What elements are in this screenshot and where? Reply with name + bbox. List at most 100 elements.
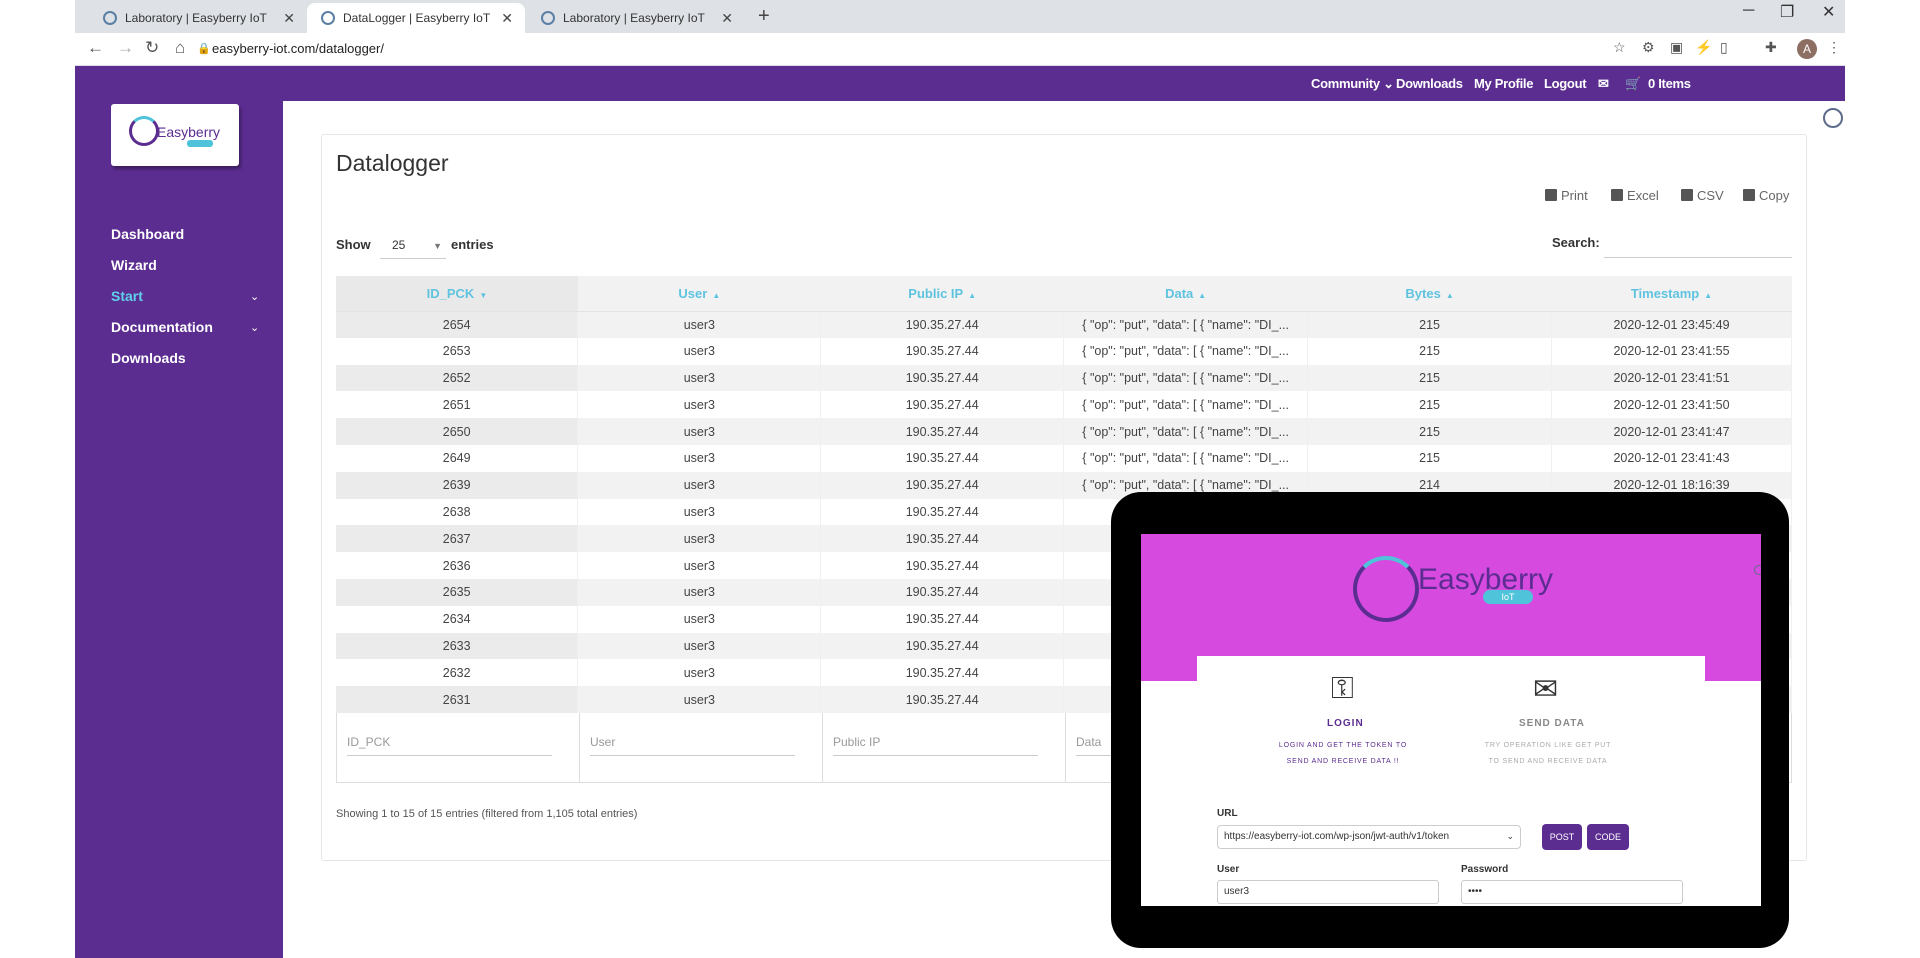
url-select[interactable]: https://easyberry-iot.com/wp-json/jwt-au… [1217,825,1521,849]
table-cell: 2650 [336,418,579,445]
sidebar-item-dashboard[interactable]: Dashboard [111,226,184,242]
entries-label: entries [451,237,494,252]
sidebar-item-wizard[interactable]: Wizard [111,257,157,273]
close-window-icon[interactable]: ✕ [1822,2,1835,22]
nav-community[interactable]: Community ⌄ [1311,76,1394,92]
nav-logout[interactable]: Logout [1544,76,1587,91]
search-input[interactable] [1604,230,1792,258]
sidebar-item-start[interactable]: Start [111,288,143,304]
column-header-data[interactable]: Data ▲ [1063,276,1308,312]
mail-icon[interactable]: ✉ [1598,76,1609,92]
filter-input-id-pck[interactable]: ID_PCK [347,726,552,756]
page-title: Datalogger [336,150,449,176]
extension-icon[interactable]: ▯ [1720,39,1728,56]
table-row[interactable]: 2654 user3 190.35.27.44{ "op": "put", "dat… [336,311,1792,338]
url-field[interactable]: easyberry-iot.com/datalogger/ [212,41,384,56]
nav-cart[interactable]: 0 Items [1648,76,1691,91]
easyberry-logo[interactable]: Easyberry [111,104,239,166]
cart-icon[interactable]: 🛒 [1625,76,1641,92]
extensions-puzzle-icon[interactable]: ✚ [1765,39,1777,56]
table-cell: user3 [577,418,822,445]
table-cell: { "op": "put", "data": [ { "name": "DI_.… [1063,444,1309,472]
sidebar-item-documentation[interactable]: Documentation [111,319,213,335]
column-header-user[interactable]: User ▲ [577,276,821,312]
print-button[interactable]: Print [1545,188,1588,203]
csv-icon [1681,189,1693,201]
csv-button[interactable]: CSV [1681,188,1724,203]
sort-asc-icon: ▲ [1198,290,1207,300]
browser-tab-datalogger[interactable]: DataLogger | Easyberry IoT ✕ [307,3,525,33]
browser-tab-laboratory-1[interactable]: Laboratory | Easyberry IoT ✕ [89,3,307,33]
send-data-desc: TRY OPERATION LIKE GET PUT TO SEND AND R… [1484,742,1612,765]
table-row[interactable]: 2653 user3 190.35.27.44{ "op": "put", "dat… [336,337,1792,365]
table-cell: 215 [1307,391,1553,419]
login-title[interactable]: LOGIN [1327,718,1364,729]
home-icon[interactable]: ⌂ [175,38,185,58]
restore-icon[interactable]: ❐ [1780,2,1794,22]
password-input[interactable]: •••• [1461,880,1683,904]
url-label: URL [1217,808,1238,819]
tablet-screen: Easyberry IoT ⚿ LOGIN LOGIN AND GET THE … [1141,534,1761,906]
nav-my-profile[interactable]: My Profile [1474,76,1533,91]
close-tab-icon[interactable]: ✕ [283,10,295,27]
table-row[interactable]: 2649 user3 190.35.27.44{ "op": "put", "dat… [336,444,1792,472]
minimize-icon[interactable]: ─ [1743,2,1754,20]
column-header-public-ip[interactable]: Public IP ▲ [820,276,1064,312]
filter-input-user[interactable]: User [590,726,795,756]
chevron-down-icon[interactable]: ⌄ [250,321,259,334]
filter-input-public-ip[interactable]: Public IP [833,726,1038,756]
nav-downloads[interactable]: Downloads [1396,76,1463,91]
browser-tab-laboratory-2[interactable]: Laboratory | Easyberry IoT ✕ [527,3,745,33]
table-cell: 2652 [336,364,579,392]
lock-icon: 🔒 [197,43,211,55]
close-tab-icon[interactable]: ✕ [501,10,513,27]
new-tab-icon[interactable]: + [758,5,770,28]
excel-label: Excel [1627,188,1659,203]
copy-button[interactable]: Copy [1743,188,1789,203]
bookmark-star-icon[interactable]: ☆ [1613,39,1626,56]
browser-tab-bar: Laboratory | Easyberry IoT ✕ DataLogger … [75,0,1845,33]
table-row[interactable]: 2650 user3 190.35.27.44{ "op": "put", "dat… [336,418,1792,445]
table-cell: 190.35.27.44 [820,659,1065,687]
sidebar-item-downloads[interactable]: Downloads [111,350,186,366]
table-cell: 2638 [336,498,579,526]
back-icon[interactable]: ← [87,38,104,58]
browser-menu-icon[interactable]: ⋮ [1827,39,1841,56]
tab-label: Laboratory | Easyberry IoT [563,11,705,25]
post-button[interactable]: POST [1542,824,1582,850]
table-info: Showing 1 to 15 of 15 entries (filtered … [336,808,638,820]
chevron-down-icon[interactable]: ⌄ [250,290,259,303]
filter-cell: User [580,713,823,782]
code-button[interactable]: CODE [1587,824,1629,850]
table-cell: user3 [577,632,822,660]
user-input[interactable]: user3 [1217,880,1439,904]
reload-icon[interactable]: ↻ [145,38,159,58]
table-row[interactable]: 2652 user3 190.35.27.44{ "op": "put", "dat… [336,364,1792,392]
page-length-select[interactable]: 25 ▼ [380,231,446,259]
show-label: Show [336,237,371,252]
table-row[interactable]: 2651 user3 190.35.27.44{ "op": "put", "dat… [336,391,1792,419]
extension-icon[interactable]: ⚙ [1642,39,1655,56]
overlay-card [1197,656,1705,906]
table-cell: { "op": "put", "data": [ { "name": "DI_.… [1063,364,1309,392]
user-key-icon[interactable]: ⚿ [1331,672,1354,706]
forward-icon[interactable]: → [117,38,134,58]
table-cell: 190.35.27.44 [820,311,1065,338]
column-header-timestamp[interactable]: Timestamp ▲ [1551,276,1792,312]
tab-label: DataLogger | Easyberry IoT [343,11,491,25]
column-header-label: Bytes [1405,285,1441,301]
table-cell: user3 [577,578,822,606]
send-data-title[interactable]: SEND DATA [1519,718,1585,729]
page-length-value: 25 [392,238,406,252]
close-tab-icon[interactable]: ✕ [721,10,733,27]
column-header-id-pck[interactable]: ID_PCK ▼ [336,276,578,312]
send-mail-icon[interactable]: ✉ [1533,672,1558,707]
excel-button[interactable]: Excel [1611,188,1659,203]
table-cell: 2020-12-01 23:41:55 [1551,337,1792,365]
easyberry-favicon-icon [321,11,335,25]
column-header-bytes[interactable]: Bytes ▲ [1307,276,1552,312]
extension-icon[interactable]: ⚡ [1695,39,1712,56]
extension-icon[interactable]: ▣ [1670,39,1683,56]
search-label: Search: [1552,235,1600,250]
profile-avatar[interactable]: A [1797,39,1817,59]
